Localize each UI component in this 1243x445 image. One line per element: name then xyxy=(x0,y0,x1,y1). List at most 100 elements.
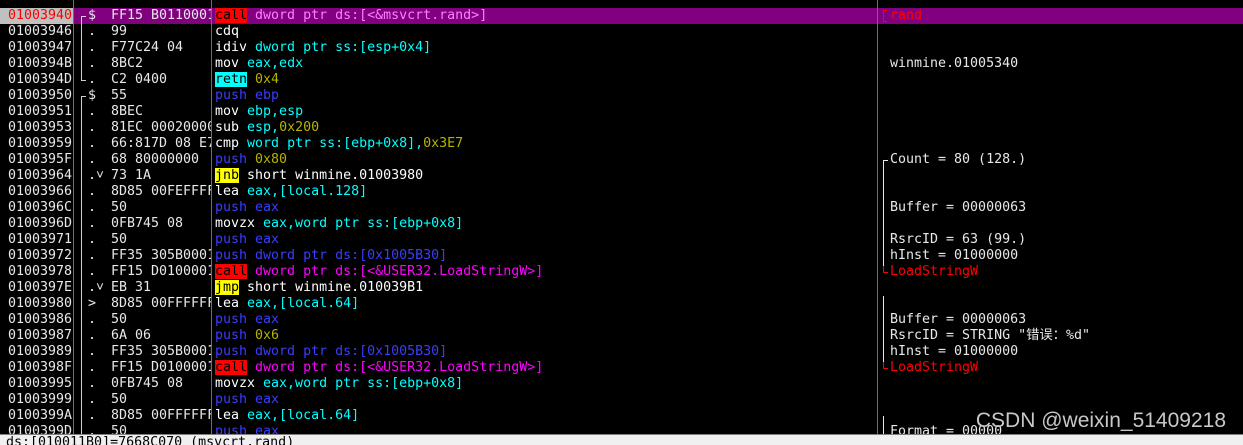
disasm-row[interactable]: 0100394B. 8BC2 mov eax,edx winmine.01005340 xyxy=(0,56,1243,72)
row-marker: . xyxy=(88,232,97,247)
disasm-row[interactable]: 01003995. 0FB745 08 movzx eax,word ptr ss:… xyxy=(0,376,1243,392)
instruction-token: eax xyxy=(247,232,280,247)
address-cell: 0100395F xyxy=(8,152,73,167)
comment-cell: LoadStringW xyxy=(890,360,979,375)
instruction-token: 0x6 xyxy=(247,328,280,343)
instruction-token: mov xyxy=(215,104,240,119)
row-marker: . xyxy=(88,72,97,87)
disasm-row[interactable]: 01003989. FF35 305B0001 push dword ptr ds:… xyxy=(0,344,1243,360)
row-marker: . xyxy=(88,344,97,359)
instruction-token: call xyxy=(215,264,248,279)
disasm-row[interactable]: 0100395F. 68 80000000 push 0x80 Count = 80 … xyxy=(0,152,1243,168)
instruction-token: push xyxy=(215,344,248,359)
disasm-row[interactable]: 01003964 .˅ 73 1A jnb short winmine.0100398… xyxy=(0,168,1243,184)
address-cell: 01003951 xyxy=(8,104,73,119)
address-cell: 0100394B xyxy=(8,56,73,71)
disassembly-pane[interactable]: 01003940 $ FF15 B0110001 call dword ptr ds:… xyxy=(0,0,1243,445)
row-marker: . xyxy=(88,392,97,407)
instruction-token: short winmine.010039B1 xyxy=(239,280,424,295)
row-marker: . xyxy=(88,40,97,55)
instruction-token: cmp xyxy=(215,136,240,151)
hex-bytes-cell: 8BC2 xyxy=(111,56,144,71)
comment-cell: Buffer = 00000063 xyxy=(890,200,1027,215)
procedure-bracket xyxy=(81,96,86,436)
row-marker: .˅ xyxy=(88,168,104,183)
column-divider-address[interactable] xyxy=(73,0,74,434)
column-divider-comment[interactable] xyxy=(877,0,878,434)
address-cell: 01003980 xyxy=(8,296,73,311)
address-cell: 01003950 xyxy=(8,88,73,103)
disasm-row[interactable]: 01003946. 99 cdq xyxy=(0,24,1243,40)
disasm-row[interactable]: 0100398F. FF15 D0100001 call dword ptr ds:… xyxy=(0,360,1243,376)
address-cell: 01003964 xyxy=(8,168,73,183)
disasm-row[interactable]: 0100394D. C2 0400 retn 0x4 xyxy=(0,72,1243,88)
disasm-row[interactable]: 0100397E .˅ EB 31 jmp short winmine.010039B… xyxy=(0,280,1243,296)
address-cell: 01003966 xyxy=(8,184,73,199)
instruction-token: eax,edx xyxy=(239,56,304,71)
hex-bytes-cell: 50 xyxy=(111,200,128,215)
address-cell: 01003947 xyxy=(8,40,73,55)
instruction-cell: call dword ptr ds:[<&USER32.LoadStringW>… xyxy=(215,360,543,376)
instruction-token: eax,word ptr ss:[ebp+0x8] xyxy=(255,216,464,231)
instruction-token: ebp,esp xyxy=(239,104,304,119)
address-cell: 01003959 xyxy=(8,136,73,151)
call-args-bracket xyxy=(883,10,887,22)
column-divider-hex[interactable] xyxy=(211,0,212,434)
instruction-token: ebp xyxy=(247,88,280,103)
row-marker: . xyxy=(88,104,97,119)
instruction-token: eax xyxy=(247,200,280,215)
instruction-token: 0x3E7 xyxy=(423,136,464,151)
disasm-row[interactable]: 0100396C. 50 push eax Buffer = 00000063 xyxy=(0,200,1243,216)
disasm-row[interactable]: 01003966. 8D85 00FEFFFF lea eax,[local.128… xyxy=(0,184,1243,200)
row-marker: . xyxy=(88,216,97,231)
disasm-row[interactable]: 01003987. 6A 06 push 0x6 RsrcID = STRING "错… xyxy=(0,328,1243,344)
disasm-row[interactable]: 01003950 $55 push ebp xyxy=(0,88,1243,104)
address-cell: 01003978 xyxy=(8,264,73,279)
disasm-row[interactable]: 01003959. 66:817D 08 E7 cmp word ptr ss:[e… xyxy=(0,136,1243,152)
procedure-bracket xyxy=(81,16,86,81)
comment-cell: Buffer = 00000063 xyxy=(890,312,1027,327)
row-marker: . xyxy=(88,360,97,375)
address-cell: 01003999 xyxy=(8,392,73,407)
disasm-row[interactable]: 01003980 >8D85 00FFFFFF lea eax,[local.64] xyxy=(0,296,1243,312)
comment-cell: hInst = 01000000 xyxy=(890,344,1019,359)
hex-bytes-cell: 0FB745 08 xyxy=(111,376,184,391)
instruction-token: eax,word ptr ss:[ebp+0x8] xyxy=(255,376,464,391)
instruction-token: push xyxy=(215,88,248,103)
instruction-cell: movzx eax,word ptr ss:[ebp+0x8] xyxy=(215,216,463,232)
address-cell: 0100396D xyxy=(8,216,73,231)
row-marker: . xyxy=(88,184,97,199)
instruction-token: eax,[local.128] xyxy=(239,184,368,199)
disasm-row[interactable]: 01003978. FF15 D0100001 call dword ptr ds:… xyxy=(0,264,1243,280)
instruction-cell: push 0x80 xyxy=(215,152,287,168)
disasm-row[interactable]: 01003971. 50 push eax RsrcID = 63 (99.) xyxy=(0,232,1243,248)
instruction-token: push xyxy=(215,232,248,247)
comment-cell: RsrcID = 63 (99.) xyxy=(890,232,1027,247)
disasm-row[interactable]: 0100396D. 0FB745 08 movzx eax,word ptr ss:… xyxy=(0,216,1243,232)
disasm-row[interactable]: 01003953. 81EC 00020000 sub esp,0x200 xyxy=(0,120,1243,136)
disasm-row[interactable]: 01003947. F77C24 04 idiv dword ptr ss:[esp… xyxy=(0,40,1243,56)
disasm-row[interactable]: 01003986. 50 push eax Buffer = 00000063 xyxy=(0,312,1243,328)
disasm-row[interactable]: 01003999. 50 push eax xyxy=(0,392,1243,408)
hex-bytes-cell: FF35 305B0001 xyxy=(111,344,211,359)
instruction-token: dword ptr ds:[<&USER32.LoadStringW>] xyxy=(247,360,544,375)
instruction-cell: push dword ptr ds:[0x1005B30] xyxy=(215,344,447,360)
instruction-cell: mov eax,edx xyxy=(215,56,303,72)
instruction-token: movzx xyxy=(215,216,256,231)
row-marker: . xyxy=(88,24,97,39)
watermark: CSDN @weixin_51409218 xyxy=(975,409,1226,432)
instruction-cell: cmp word ptr ss:[ebp+0x8],0x3E7 xyxy=(215,136,463,152)
hex-bytes-cell: 81EC 00020000 xyxy=(111,120,211,135)
instruction-cell: lea eax,[local.64] xyxy=(215,408,359,424)
address-cell: 01003989 xyxy=(8,344,73,359)
instruction-token: dword ptr ds:[0x1005B30] xyxy=(247,344,448,359)
instruction-token: eax,[local.64] xyxy=(239,408,360,423)
instruction-cell: push 0x6 xyxy=(215,328,279,344)
disasm-row[interactable]: 01003940 $ FF15 B0110001 call dword ptr ds:… xyxy=(0,8,1243,24)
instruction-token: push xyxy=(215,392,248,407)
disasm-row[interactable]: 01003951. 8BEC mov ebp,esp xyxy=(0,104,1243,120)
instruction-token: lea xyxy=(215,184,240,199)
disasm-row[interactable]: 01003972. FF35 305B0001 push dword ptr ds:… xyxy=(0,248,1243,264)
instruction-token: 0x80 xyxy=(247,152,288,167)
instruction-token: eax,[local.64] xyxy=(239,296,360,311)
